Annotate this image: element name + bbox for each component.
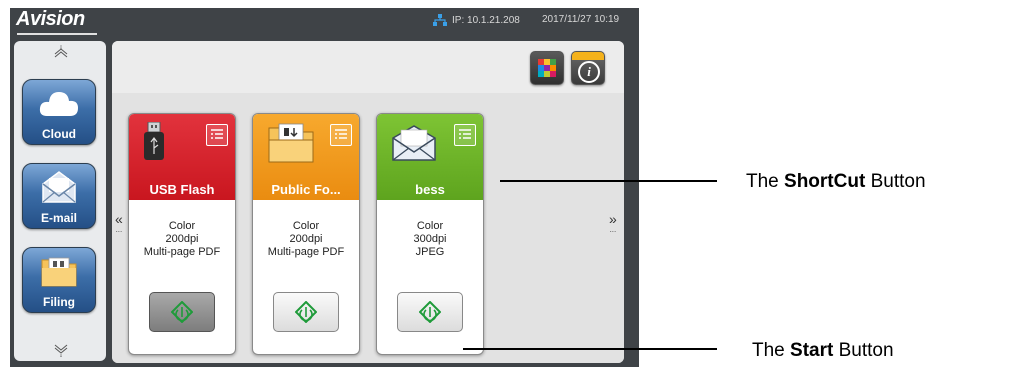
- color-grid-icon: [538, 59, 556, 77]
- brand-underline: [17, 33, 97, 35]
- chevron-down-icon[interactable]: [54, 343, 68, 357]
- chevron-up-icon[interactable]: [54, 45, 68, 59]
- resolution: 200dpi: [289, 233, 323, 245]
- color-mode: Color: [168, 220, 196, 232]
- info-button[interactable]: i: [571, 51, 605, 85]
- file-format: JPEG: [415, 246, 445, 258]
- info-accent: [572, 52, 604, 60]
- format-icon: [454, 124, 476, 146]
- callout-bold: ShortCut: [784, 171, 866, 192]
- panel-toolbar: i: [112, 41, 624, 93]
- callout-text: Button: [865, 171, 926, 192]
- color-mode: Color: [292, 220, 320, 232]
- cloud-icon: [39, 92, 78, 116]
- start-button[interactable]: [273, 292, 339, 332]
- shortcut-settings: Color 300dpi JPEG: [377, 220, 483, 259]
- date-time: 2017/11/27 10:19: [542, 14, 620, 25]
- start-button[interactable]: [397, 292, 463, 332]
- sidebar-item-label: Cloud: [42, 127, 76, 141]
- sidebar-item-email[interactable]: E-mail: [22, 163, 96, 229]
- color-grid-button[interactable]: [530, 51, 564, 85]
- folder-icon: [41, 257, 77, 287]
- next-page-button[interactable]: » ...: [609, 211, 617, 234]
- resolution: 200dpi: [165, 233, 199, 245]
- callout-bold: Start: [790, 340, 834, 361]
- file-format: Multi-page PDF: [143, 246, 221, 258]
- network-icon: [433, 14, 447, 26]
- callout-text: The: [746, 171, 785, 192]
- usb-drive-icon: [144, 122, 164, 160]
- start-icon: [171, 301, 193, 323]
- envelope-icon: [392, 125, 436, 161]
- color-mode: Color: [416, 220, 444, 232]
- shortcut-callout-line: [500, 180, 717, 182]
- shortcut-header: USB Flash: [129, 114, 235, 200]
- shortcut-settings: Color 200dpi Multi-page PDF: [129, 220, 235, 259]
- envelope-icon: [42, 171, 76, 203]
- shortcut-title: Public Fo...: [271, 182, 341, 197]
- start-icon: [295, 301, 317, 323]
- sidebar-item-cloud[interactable]: Cloud: [22, 79, 96, 145]
- shortcut-list: « ... USB Flash Color 200dpi Multi-page …: [112, 93, 624, 363]
- file-format: Multi-page PDF: [267, 246, 345, 258]
- device-screen: Avision IP: 10.1.21.208 2017/11/27 10:19: [10, 8, 639, 367]
- sidebar-item-filing[interactable]: Filing: [22, 247, 96, 313]
- start-callout-line: [463, 348, 717, 350]
- shortcut-title: USB Flash: [149, 182, 215, 197]
- sidebar-item-label: Filing: [43, 295, 75, 309]
- shortcut-settings: Color 200dpi Multi-page PDF: [253, 220, 359, 259]
- callout-text: The: [752, 340, 791, 361]
- shortcut-header: bess: [377, 114, 483, 200]
- previous-page-button[interactable]: « ...: [115, 211, 123, 234]
- resolution: 300dpi: [413, 233, 447, 245]
- shortcut-header: Public Fo...: [253, 114, 359, 200]
- ip-address: IP: 10.1.21.208: [452, 14, 520, 26]
- folder-icon: [268, 123, 314, 163]
- info-icon: i: [578, 61, 600, 83]
- status-bar: Avision IP: 10.1.21.208 2017/11/27 10:19: [10, 8, 639, 36]
- shortcut-card[interactable]: USB Flash Color 200dpi Multi-page PDF: [128, 113, 236, 355]
- dots-icon: ...: [115, 225, 123, 234]
- shortcut-title: bess: [415, 182, 445, 197]
- callout-text: Button: [833, 340, 894, 361]
- shortcut-callout-label: The ShortCut Button: [746, 171, 926, 193]
- format-icon: [206, 124, 228, 146]
- shortcut-card[interactable]: Public Fo... Color 200dpi Multi-page PDF: [252, 113, 360, 355]
- start-icon: [419, 301, 441, 323]
- shortcut-panel: i « ... USB Flash Color 200dpi Multi-pag…: [112, 41, 624, 363]
- brand-logo: Avision: [16, 8, 85, 30]
- sidebar-item-label: E-mail: [40, 211, 77, 225]
- format-icon: [330, 124, 352, 146]
- start-button[interactable]: [149, 292, 215, 332]
- start-callout-label: The Start Button: [752, 340, 894, 362]
- shortcut-card[interactable]: bess Color 300dpi JPEG: [376, 113, 484, 355]
- dots-icon: ...: [609, 225, 617, 234]
- ip-indicator: IP: 10.1.21.208: [433, 14, 520, 26]
- function-sidebar: Cloud E-mail Filing: [14, 41, 106, 361]
